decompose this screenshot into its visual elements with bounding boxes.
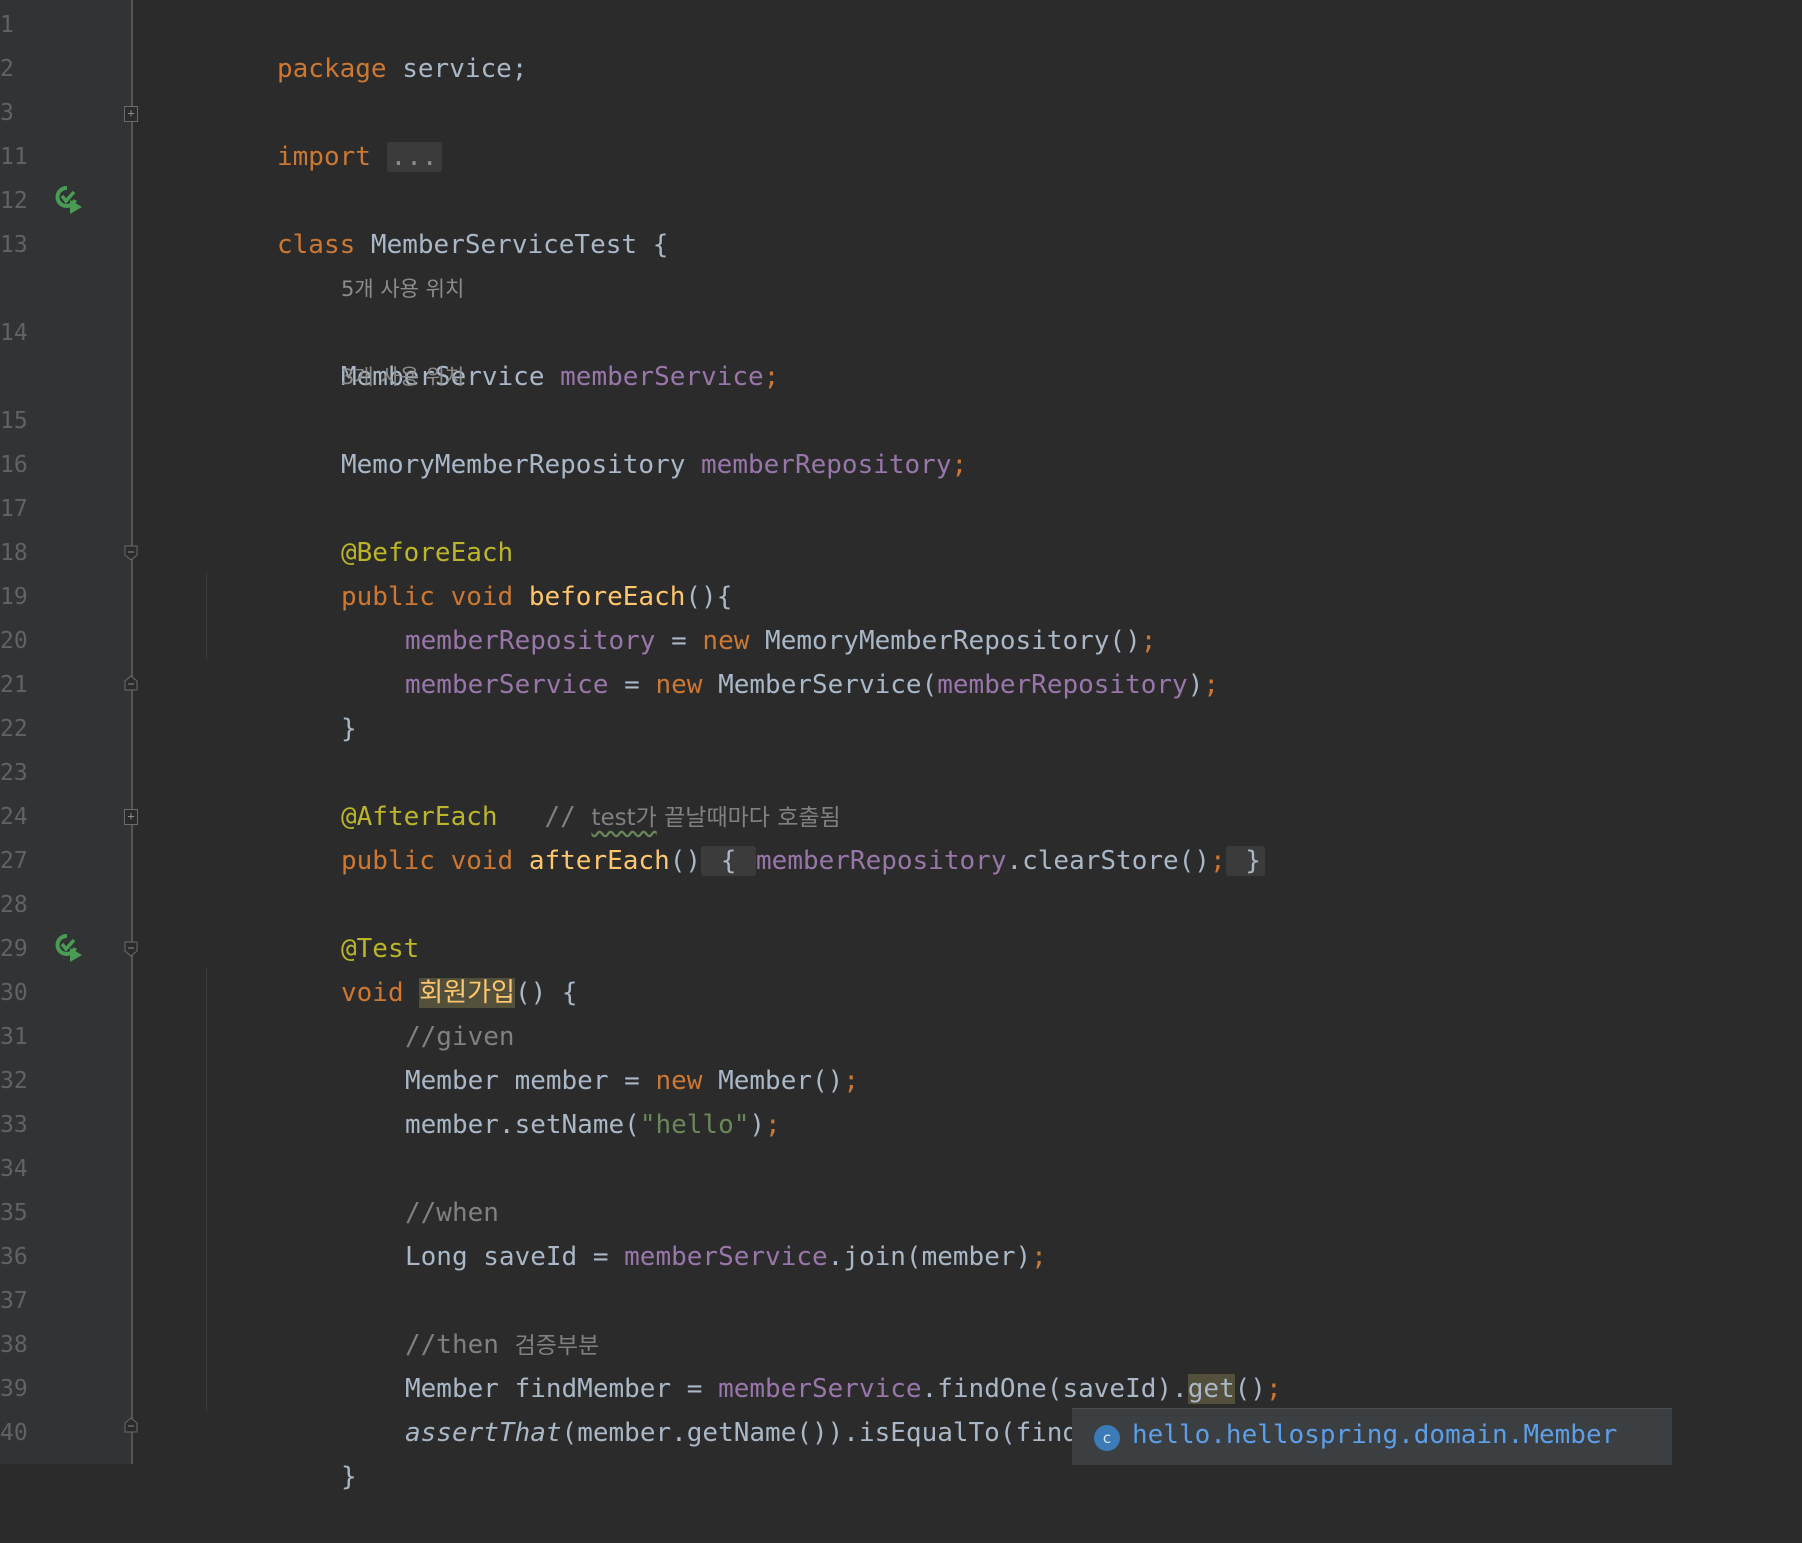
code-line: assertThat(member.getName()).isEqualTo(f… (133, 1367, 1802, 1448)
code-line: @Test (133, 883, 1802, 964)
line-number: 32 (0, 1068, 28, 1094)
class-icon: c (1094, 1425, 1120, 1451)
keyword: import (277, 142, 371, 172)
code-text: Long saveId = (405, 1242, 625, 1272)
code-text: member.setName( (405, 1110, 640, 1140)
folded-imports[interactable]: ... (386, 142, 442, 172)
line-number: 29 (0, 936, 28, 962)
line-number: 1 (0, 12, 14, 38)
code-line: @BeforeEach (133, 487, 1802, 568)
semicolon: ; (1209, 846, 1226, 876)
code-line: memberRepository = new MemoryMemberRepos… (133, 575, 1802, 656)
code-text: } (341, 1462, 357, 1492)
line-number: 27 (0, 848, 28, 874)
code-text: ) (749, 1110, 766, 1140)
code-line: } (133, 663, 1802, 744)
code-line: //then 검증부분 (133, 1279, 1802, 1360)
line-number: 23 (0, 760, 28, 786)
line-number: 16 (0, 452, 28, 478)
code-line: public void afterEach() { memberReposito… (133, 795, 1802, 876)
line-number: 22 (0, 716, 28, 742)
code-line: MemberService memberService; (133, 311, 1802, 392)
code-line: void 회원가입() { (133, 927, 1802, 1008)
line-number: 2 (0, 56, 14, 82)
usages-hint-text[interactable]: 5개 사용 위치 (341, 267, 464, 311)
code-text: } (341, 714, 357, 744)
semicolon: ; (765, 1110, 781, 1140)
line-number: 39 (0, 1376, 28, 1402)
field-name: memberRepository (701, 450, 952, 480)
string-literal: "hello" (639, 1110, 750, 1140)
code-line: public void beforeEach(){ (133, 531, 1802, 612)
code-text: service; (386, 54, 528, 84)
code-line: member.setName("hello"); (133, 1059, 1802, 1140)
semicolon: ; (951, 450, 968, 480)
field-name: memberRepository (756, 846, 1007, 876)
line-number: 28 (0, 892, 28, 918)
line-number: 37 (0, 1288, 28, 1314)
popup-class-name[interactable]: hello.hellospring.domain.Member (1132, 1409, 1617, 1461)
line-number: 40 (0, 1420, 28, 1446)
line-number: 17 (0, 496, 28, 522)
semicolon: ; (1031, 1242, 1047, 1272)
line-number: 31 (0, 1024, 28, 1050)
class-hint-popup[interactable]: c hello.hellospring.domain.Member (1072, 1408, 1672, 1465)
code-line: Member member = new Member(); (133, 1015, 1802, 1096)
line-number: 14 (0, 320, 28, 346)
code-line: MemoryMemberRepository memberRepository; (133, 399, 1802, 480)
code-line: class MemberServiceTest { (133, 179, 1802, 260)
keyword: class (277, 230, 356, 260)
folded-brace[interactable]: } (1225, 846, 1265, 876)
code-text: MemberServiceTest { (355, 230, 669, 260)
line-number: 30 (0, 980, 28, 1006)
line-number: 15 (0, 408, 28, 434)
line-number: 35 (0, 1200, 28, 1226)
method-name: afterEach (528, 846, 670, 876)
code-line: Member findMember = memberService.findOn… (133, 1323, 1802, 1404)
code-line: package service; (133, 3, 1802, 84)
run-test-class-icon[interactable] (54, 184, 84, 214)
usages-hint[interactable]: 5개 사용 위치 (133, 267, 1802, 311)
line-number: 33 (0, 1112, 28, 1138)
run-test-method-icon[interactable] (54, 932, 84, 962)
line-number: 11 (0, 144, 28, 170)
line-number: 3 (0, 100, 14, 126)
code-text: MemoryMemberRepository (341, 450, 702, 480)
line-number: 12 (0, 188, 28, 214)
keyword: package (277, 54, 387, 84)
line-number: 18 (0, 540, 28, 566)
code-line: Long saveId = memberService.join(member)… (133, 1191, 1802, 1272)
code-line: import ... (133, 91, 1802, 172)
code-line: memberService = new MemberService(member… (133, 619, 1802, 700)
line-number: 21 (0, 672, 28, 698)
line-number: 19 (0, 584, 28, 610)
line-number: 20 (0, 628, 28, 654)
line-number: 13 (0, 232, 28, 258)
code-line: //given (133, 971, 1802, 1052)
code-text: .join(member) (827, 1242, 1032, 1272)
code-text: .clearStore() (1006, 846, 1210, 876)
field-name: memberService (624, 1242, 828, 1272)
usages-hint[interactable]: 3개 사용 위치 (133, 355, 1802, 399)
line-number: 24 (0, 804, 28, 830)
line-number: 36 (0, 1244, 28, 1270)
folded-brace[interactable]: { (701, 846, 757, 876)
code-line: //when (133, 1147, 1802, 1228)
code-editor[interactable]: package service; import ... class Member… (133, 0, 1802, 1492)
keyword: public void (341, 846, 529, 876)
line-number: 34 (0, 1156, 28, 1182)
code-line: @AfterEach // test가 끝날때마다 호출됨 (133, 751, 1802, 832)
usages-hint-text[interactable]: 3개 사용 위치 (341, 355, 464, 399)
line-number: 38 (0, 1332, 28, 1358)
code-text: () (669, 846, 702, 876)
